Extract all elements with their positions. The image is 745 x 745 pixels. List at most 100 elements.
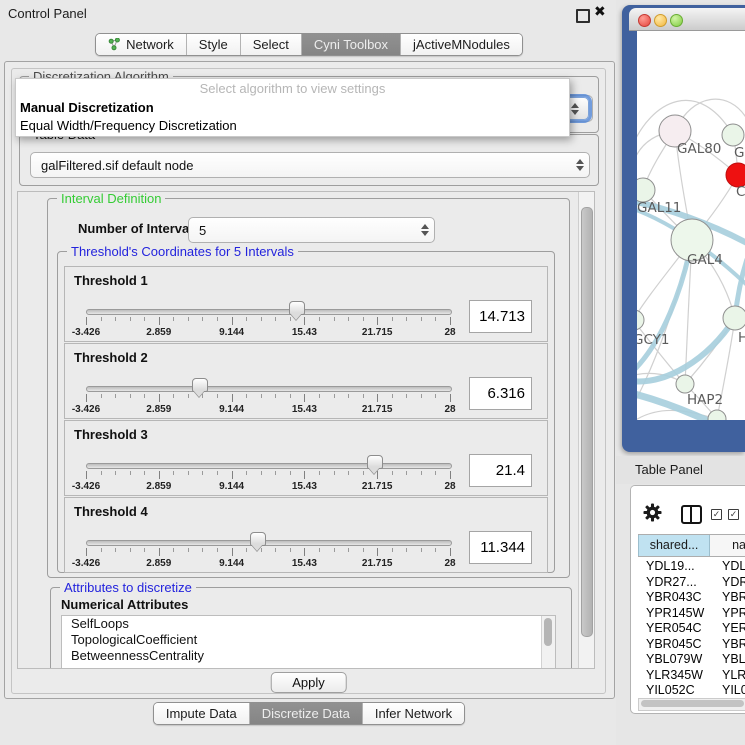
tab-select[interactable]: Select bbox=[240, 34, 301, 55]
slider-thumb[interactable] bbox=[192, 378, 208, 392]
bottom-tab-label: Infer Network bbox=[375, 706, 452, 721]
slider-track[interactable] bbox=[86, 463, 452, 469]
table-data-select-stepper[interactable] bbox=[571, 159, 589, 171]
main-panel: Discretization Algorithm Manual Discreti… bbox=[4, 61, 615, 699]
number-of-intervals-select[interactable]: 5 bbox=[188, 217, 435, 243]
network-window-titlebar[interactable] bbox=[629, 8, 745, 31]
table-row[interactable]: YIL052CYIL0 bbox=[638, 683, 745, 697]
table-row[interactable]: YBR043CYBR0 bbox=[638, 590, 745, 606]
table-row[interactable]: YER054CYER0 bbox=[638, 621, 745, 637]
tick-mark bbox=[363, 548, 364, 552]
bottom-tab-discretize-data[interactable]: Discretize Data bbox=[249, 703, 362, 724]
slider-track[interactable] bbox=[86, 309, 452, 315]
tick-label: 21.715 bbox=[362, 327, 393, 338]
tick-mark bbox=[188, 548, 189, 552]
network-node-gcy1[interactable] bbox=[637, 310, 644, 330]
settings-vertical-scrollbar[interactable] bbox=[578, 192, 594, 668]
tab-cyni-toolbox[interactable]: Cyni Toolbox bbox=[301, 34, 400, 55]
close-icon[interactable]: ✖ bbox=[594, 3, 606, 20]
scrollbar-thumb[interactable] bbox=[641, 700, 744, 707]
tick-mark bbox=[392, 394, 393, 398]
tick-mark bbox=[290, 548, 291, 552]
slider-thumb[interactable] bbox=[250, 532, 266, 546]
thresholds-group-title: Threshold's Coordinates for 5 Intervals bbox=[67, 244, 298, 259]
attribute-item[interactable]: BetweennessCentrality bbox=[62, 648, 555, 664]
table-row[interactable]: YDL19...YDL1 bbox=[638, 559, 745, 575]
close-traffic-light-icon[interactable] bbox=[638, 14, 651, 27]
threshold-slider[interactable]: -3.4262.8599.14415.4321.71528 bbox=[86, 532, 450, 570]
tick-mark bbox=[261, 471, 262, 475]
network-node-label: H bbox=[738, 330, 745, 346]
numerical-attributes-list[interactable]: SelfLoopsTopologicalCoefficientBetweenne… bbox=[61, 615, 556, 669]
tab-jactivemnodules[interactable]: jActiveMNodules bbox=[400, 34, 522, 55]
slider-track[interactable] bbox=[86, 386, 452, 392]
table-row[interactable]: YBL079WYBL0 bbox=[638, 652, 745, 668]
threshold-slider[interactable]: -3.4262.8599.14415.4321.71528 bbox=[86, 301, 450, 339]
tick-mark bbox=[261, 394, 262, 398]
network-node-gal11[interactable] bbox=[637, 178, 655, 202]
network-canvas[interactable]: GAL80GCGAL11GAL4GCY1HHAP2 bbox=[637, 31, 745, 420]
arrow-down-icon bbox=[421, 231, 429, 236]
column-header-name[interactable]: na bbox=[710, 535, 745, 556]
cell-shared-name: YBR045C bbox=[638, 637, 717, 653]
tick-mark bbox=[290, 471, 291, 475]
tick-mark bbox=[363, 317, 364, 321]
slider-track[interactable] bbox=[86, 540, 452, 546]
network-node-hap2[interactable] bbox=[676, 375, 694, 393]
slider-tick-labels: -3.4262.8599.14415.4321.71528 bbox=[86, 404, 450, 416]
float-window-icon[interactable] bbox=[576, 9, 590, 23]
bottom-tab-impute-data[interactable]: Impute Data bbox=[154, 703, 249, 724]
checkbox-icon[interactable]: ✓ bbox=[711, 509, 722, 520]
threshold-slider[interactable]: -3.4262.8599.14415.4321.71528 bbox=[86, 455, 450, 493]
tab-label: Cyni Toolbox bbox=[314, 37, 388, 52]
slider-thumb[interactable] bbox=[367, 455, 383, 469]
bottom-tab-infer-network[interactable]: Infer Network bbox=[362, 703, 464, 724]
checkbox-icon[interactable]: ✓ bbox=[728, 509, 739, 520]
tab-network[interactable]: Network bbox=[96, 34, 186, 55]
threshold-label: Threshold 1 bbox=[74, 273, 148, 288]
tick-mark bbox=[173, 471, 174, 475]
cell-shared-name: YDL19... bbox=[638, 559, 717, 575]
tick-mark bbox=[304, 317, 305, 325]
tick-mark bbox=[173, 548, 174, 552]
scrollbar-thumb[interactable] bbox=[581, 207, 593, 637]
tick-mark bbox=[275, 394, 276, 398]
attribute-items: SelfLoopsTopologicalCoefficientBetweenne… bbox=[62, 616, 555, 664]
threshold-value-field[interactable]: 21.4 bbox=[469, 454, 532, 487]
number-of-intervals-stepper[interactable] bbox=[416, 224, 434, 236]
column-header-shared[interactable]: shared... bbox=[638, 535, 710, 556]
attribute-item[interactable]: TopologicalCoefficient bbox=[62, 632, 555, 648]
table-row[interactable]: YLR345WYLR3 bbox=[638, 668, 745, 684]
attribute-item[interactable]: SelfLoops bbox=[62, 616, 555, 632]
tick-mark bbox=[334, 471, 335, 475]
dropdown-placeholder-option[interactable]: Select algorithm to view settings bbox=[16, 79, 569, 99]
tick-label: 9.144 bbox=[219, 327, 244, 338]
scrollbar-thumb[interactable] bbox=[544, 618, 552, 646]
zoom-traffic-light-icon[interactable] bbox=[670, 14, 683, 27]
threshold-value-field[interactable]: 14.713 bbox=[469, 300, 532, 333]
threshold-value-field[interactable]: 6.316 bbox=[469, 377, 532, 410]
table-row[interactable]: YDR27...YDR2 bbox=[638, 575, 745, 591]
table-horizontal-scrollbar[interactable] bbox=[638, 698, 745, 711]
tick-mark bbox=[101, 317, 102, 321]
apply-button[interactable]: Apply bbox=[270, 672, 347, 693]
threshold-value-field[interactable]: 11.344 bbox=[469, 531, 532, 564]
gear-icon[interactable] bbox=[643, 503, 662, 522]
dropdown-option[interactable]: Manual Discretization bbox=[16, 99, 569, 117]
table-data-select[interactable]: galFiltered.sif default node bbox=[30, 152, 590, 178]
tick-mark bbox=[144, 548, 145, 552]
threshold-slider[interactable]: -3.4262.8599.14415.4321.71528 bbox=[86, 378, 450, 416]
tab-style[interactable]: Style bbox=[186, 34, 240, 55]
bottom-tab-label: Impute Data bbox=[166, 706, 237, 721]
dropdown-option[interactable]: Equal Width/Frequency Discretization bbox=[16, 117, 569, 135]
tick-mark bbox=[435, 317, 436, 321]
minimize-traffic-light-icon[interactable] bbox=[654, 14, 667, 27]
table-row[interactable]: YPR145WYPR1 bbox=[638, 606, 745, 622]
slider-thumb[interactable] bbox=[289, 301, 305, 315]
attributes-list-scrollbar[interactable] bbox=[541, 616, 555, 668]
table-row[interactable]: YBR045CYBR0 bbox=[638, 637, 745, 653]
network-node-node-partial-h[interactable] bbox=[723, 306, 745, 330]
tick-mark bbox=[421, 548, 422, 552]
split-view-icon[interactable] bbox=[681, 505, 702, 524]
network-node-node-partial-g[interactable] bbox=[722, 124, 744, 146]
